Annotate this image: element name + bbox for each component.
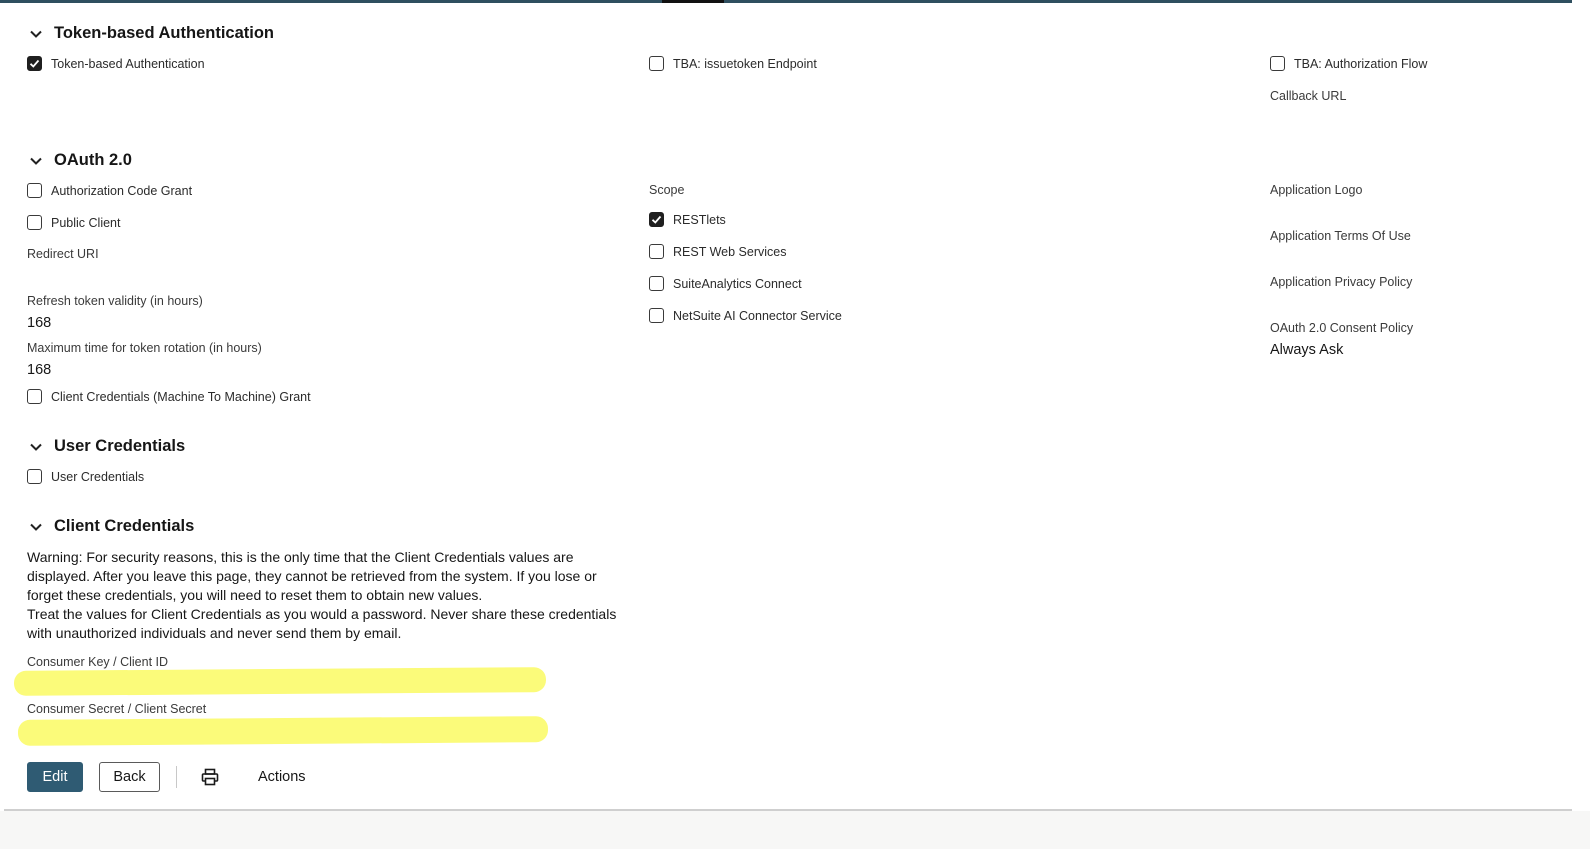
checkbox-scope-restlets[interactable]: RESTlets	[649, 212, 726, 227]
consent-policy-label: OAuth 2.0 Consent Policy	[1270, 321, 1414, 335]
checkbox-icon	[27, 215, 42, 230]
section-title-tba: Token-based Authentication	[54, 24, 275, 42]
checkbox-public-client[interactable]: Public Client	[27, 215, 120, 230]
checked-box-icon	[649, 212, 664, 227]
checkbox-tba-label: Token-based Authentication	[51, 56, 205, 71]
application-terms-label: Application Terms Of Use	[1270, 229, 1411, 243]
chevron-down-icon	[30, 157, 42, 165]
checkbox-scope-rest-web-services[interactable]: REST Web Services	[649, 244, 786, 259]
checkbox-icon	[649, 56, 664, 71]
checkbox-icon	[27, 469, 42, 484]
auth-code-grant-label: Authorization Code Grant	[51, 183, 193, 198]
checkbox-client-credentials-grant[interactable]: Client Credentials (Machine To Machine) …	[27, 389, 311, 404]
checkbox-icon	[649, 308, 664, 323]
checkbox-icon	[1270, 56, 1285, 71]
checkbox-icon	[649, 244, 664, 259]
toolbar-divider	[176, 766, 177, 788]
callback-url-label: Callback URL	[1270, 89, 1347, 103]
checked-box-icon	[27, 56, 42, 71]
print-icon[interactable]	[201, 768, 219, 786]
consumer-secret-label: Consumer Secret / Client Secret	[27, 702, 207, 716]
consent-policy-value: Always Ask	[1270, 342, 1344, 358]
consumer-key-label: Consumer Key / Client ID	[27, 655, 169, 669]
checkbox-icon	[649, 276, 664, 291]
section-title-user-credentials: User Credentials	[54, 437, 186, 455]
warning-paragraph: Warning: For security reasons, this is t…	[27, 549, 597, 603]
checkbox-authorization-flow[interactable]: TBA: Authorization Flow	[1270, 56, 1427, 71]
refresh-token-validity-value: 168	[27, 315, 52, 331]
checkbox-icon	[27, 183, 42, 198]
chevron-down-icon	[30, 30, 42, 38]
edit-button[interactable]: Edit	[27, 762, 83, 792]
section-header-tba[interactable]: Token-based Authentication	[28, 24, 274, 43]
checkbox-issuetoken-endpoint[interactable]: TBA: issuetoken Endpoint	[649, 56, 817, 71]
page-footer-area	[0, 811, 1590, 849]
checkbox-user-credentials[interactable]: User Credentials	[27, 469, 144, 484]
public-client-label: Public Client	[51, 215, 121, 230]
checkbox-authorization-code-grant[interactable]: Authorization Code Grant	[27, 183, 192, 198]
scope-ai-connector-label: NetSuite AI Connector Service	[673, 308, 842, 323]
scope-rest-web-services-label: REST Web Services	[673, 244, 787, 259]
security-warning: Warning: For security reasons, this is t…	[27, 548, 617, 643]
section-header-oauth[interactable]: OAuth 2.0	[28, 151, 132, 170]
warning-paragraph: Treat the values for Client Credentials …	[27, 606, 617, 641]
consumer-key-redacted	[13, 667, 547, 696]
consumer-secret-redacted	[17, 716, 549, 746]
token-rotation-value: 168	[27, 362, 52, 378]
section-title-oauth: OAuth 2.0	[54, 151, 132, 169]
scope-suiteanalytics-label: SuiteAnalytics Connect	[673, 276, 802, 291]
client-credentials-grant-label: Client Credentials (Machine To Machine) …	[51, 389, 311, 404]
refresh-token-validity-label: Refresh token validity (in hours)	[27, 294, 203, 308]
scope-restlets-label: RESTlets	[673, 212, 726, 227]
checkbox-scope-ai-connector[interactable]: NetSuite AI Connector Service	[649, 308, 842, 323]
checkbox-authflow-label: TBA: Authorization Flow	[1294, 56, 1428, 71]
actions-menu[interactable]: Actions	[258, 769, 306, 785]
application-logo-label: Application Logo	[1270, 183, 1363, 197]
section-header-client-credentials[interactable]: Client Credentials	[28, 517, 194, 536]
user-credentials-label: User Credentials	[51, 469, 145, 484]
checkbox-tba[interactable]: Token-based Authentication	[27, 56, 205, 71]
checkbox-scope-suiteanalytics-connect[interactable]: SuiteAnalytics Connect	[649, 276, 802, 291]
redirect-uri-label: Redirect URI	[27, 247, 99, 261]
checkbox-icon	[27, 389, 42, 404]
token-rotation-label: Maximum time for token rotation (in hour…	[27, 341, 262, 355]
application-privacy-label: Application Privacy Policy	[1270, 275, 1413, 289]
section-title-client-credentials: Client Credentials	[54, 517, 195, 535]
checkbox-issuetoken-label: TBA: issuetoken Endpoint	[673, 56, 817, 71]
section-header-user-credentials[interactable]: User Credentials	[28, 437, 185, 456]
scope-label: Scope	[649, 183, 685, 197]
top-border	[0, 0, 1572, 3]
active-tab-indicator	[662, 0, 724, 3]
chevron-down-icon	[30, 523, 42, 531]
back-button[interactable]: Back	[99, 762, 160, 792]
chevron-down-icon	[30, 443, 42, 451]
